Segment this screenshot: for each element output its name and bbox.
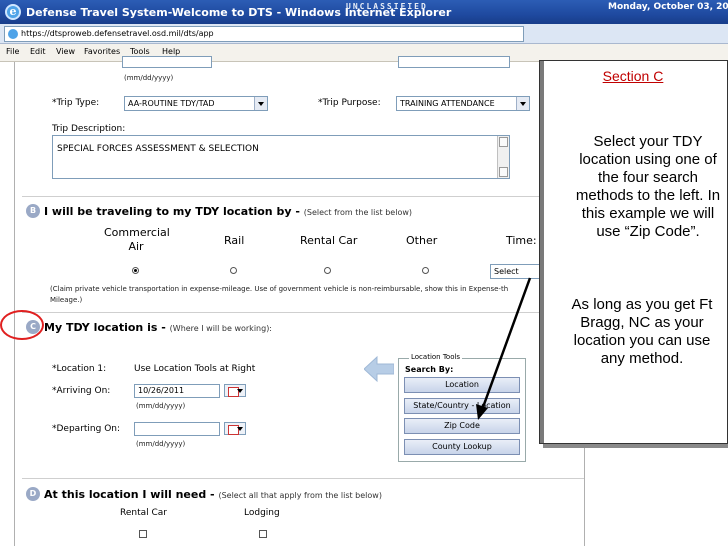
trip-purpose-label: *Trip Purpose: (318, 98, 381, 108)
trip-description-label: Trip Description: (52, 124, 126, 134)
radio-commercial-air[interactable] (132, 267, 139, 274)
zip-code-search-button[interactable]: Zip Code (404, 418, 520, 434)
internet-explorer-icon: e (5, 4, 21, 20)
menu-edit[interactable]: Edit (30, 47, 46, 56)
section-b-heading-text: I will be traveling to my TDY location b… (44, 205, 300, 218)
content-left-border (14, 62, 15, 546)
trip-description-textarea[interactable]: SPECIAL FORCES ASSESSMENT & SELECTION (52, 135, 510, 179)
section-d-heading: At this location I will need - (Select a… (44, 488, 382, 501)
section-d-note: (Select all that apply from the list bel… (218, 491, 382, 500)
arrow-left-icon (364, 355, 394, 383)
trip-purpose-select[interactable]: TRAINING ATTENDANCE (396, 96, 530, 111)
trip-start-date-input[interactable] (122, 56, 212, 68)
chevron-down-icon (254, 97, 267, 110)
location-search-button[interactable]: Location (404, 377, 520, 393)
county-lookup-button[interactable]: County Lookup (404, 439, 520, 455)
departing-date-input[interactable] (134, 422, 220, 436)
scroll-up-icon[interactable] (499, 137, 508, 147)
url-input[interactable]: https://dtsproweb.defensetravel.osd.mil/… (4, 26, 524, 42)
trip-end-date-input[interactable] (398, 56, 510, 68)
travel-time-label: Time: (506, 234, 537, 247)
travel-option-rail: Rail (224, 234, 245, 247)
callout-title: Section C (602, 68, 664, 84)
departing-date-format: (mm/dd/yyyy) (136, 440, 186, 448)
trip-description-value: SPECIAL FORCES ASSESSMENT & SELECTION (57, 144, 259, 154)
menu-file[interactable]: File (6, 47, 19, 56)
textarea-scrollbar[interactable] (497, 136, 509, 178)
travel-time-value: Select (494, 267, 519, 276)
need-lodging-label: Lodging (244, 508, 280, 518)
mileage-disclaimer-cont: Mileage.) (50, 296, 83, 304)
instruction-callout (539, 60, 728, 444)
location-tools-legend: Location Tools (409, 353, 463, 361)
page-favicon-icon (8, 29, 18, 39)
trip-type-select[interactable]: AA-ROUTINE TDY/TAD (124, 96, 268, 111)
arriving-date-format: (mm/dd/yyyy) (136, 402, 186, 410)
need-lodging-checkbox[interactable] (259, 530, 267, 538)
arriving-label: *Arriving On: (52, 386, 111, 396)
section-divider (22, 196, 584, 197)
trip-purpose-value: TRAINING ATTENDANCE (400, 99, 495, 108)
section-c-highlight-circle (0, 310, 44, 340)
need-rental-car-label: Rental Car (120, 508, 167, 518)
callout-background (540, 61, 727, 443)
trip-type-label: *Trip Type: (52, 98, 100, 108)
callout-instruction-text: Select your TDY location using one of th… (575, 133, 721, 240)
section-c-heading-text: My TDY location is - (44, 321, 166, 334)
location-tools-panel: Location Tools Search By: Location State… (398, 353, 526, 462)
travel-time-select[interactable]: Select (490, 264, 540, 279)
section-b-note: (Select from the list below) (303, 208, 412, 217)
location-label: *Location 1: (52, 364, 107, 374)
radio-rail[interactable] (230, 267, 237, 274)
section-b-heading: I will be traveling to my TDY location b… (44, 205, 412, 218)
address-bar: https://dtsproweb.defensetravel.osd.mil/… (0, 24, 728, 44)
search-by-label: Search By: (405, 365, 454, 374)
section-d-badge: D (26, 487, 40, 501)
radio-other[interactable] (422, 267, 429, 274)
window-titlebar: e Defense Travel System-Welcome to DTS -… (0, 0, 728, 24)
system-date: Monday, October 03, 2011 (608, 2, 728, 12)
section-b-badge: B (26, 204, 40, 218)
url-text: https://dtsproweb.defensetravel.osd.mil/… (21, 29, 214, 38)
menu-help[interactable]: Help (162, 47, 180, 56)
scroll-down-icon[interactable] (499, 167, 508, 177)
section-c-note: (Where I will be working): (169, 324, 273, 333)
section-divider (22, 312, 584, 313)
section-d-heading-text: At this location I will need - (44, 488, 215, 501)
section-divider (22, 478, 584, 479)
arriving-calendar-icon[interactable] (224, 384, 246, 397)
radio-rental-car[interactable] (324, 267, 331, 274)
trip-type-value: AA-ROUTINE TDY/TAD (128, 99, 215, 108)
date-format-hint: (mm/dd/yyyy) (124, 74, 174, 82)
classification-banner: UNCLASSIFIED (346, 2, 428, 11)
travel-option-rental-car: Rental Car (300, 234, 358, 247)
departing-calendar-icon[interactable] (224, 422, 246, 435)
section-c-heading: My TDY location is - (Where I will be wo… (44, 321, 272, 334)
chevron-down-icon (516, 97, 529, 110)
travel-option-commercial-air: Commercial Air (104, 226, 170, 253)
arriving-date-input[interactable]: 10/26/2011 (134, 384, 220, 398)
travel-option-other: Other (406, 234, 438, 247)
location-value: Use Location Tools at Right (134, 364, 256, 374)
menu-favorites[interactable]: Favorites (84, 47, 120, 56)
mileage-disclaimer: (Claim private vehicle transportation in… (50, 285, 509, 293)
callout-note-text: As long as you get Ft Bragg, NC as your … (571, 296, 713, 367)
arriving-date-value: 10/26/2011 (138, 386, 185, 395)
need-rental-car-checkbox[interactable] (139, 530, 147, 538)
departing-label: *Departing On: (52, 424, 121, 434)
state-country-search-button[interactable]: State/Country - Location (404, 398, 520, 414)
menu-view[interactable]: View (56, 47, 75, 56)
menu-tools[interactable]: Tools (130, 47, 150, 56)
